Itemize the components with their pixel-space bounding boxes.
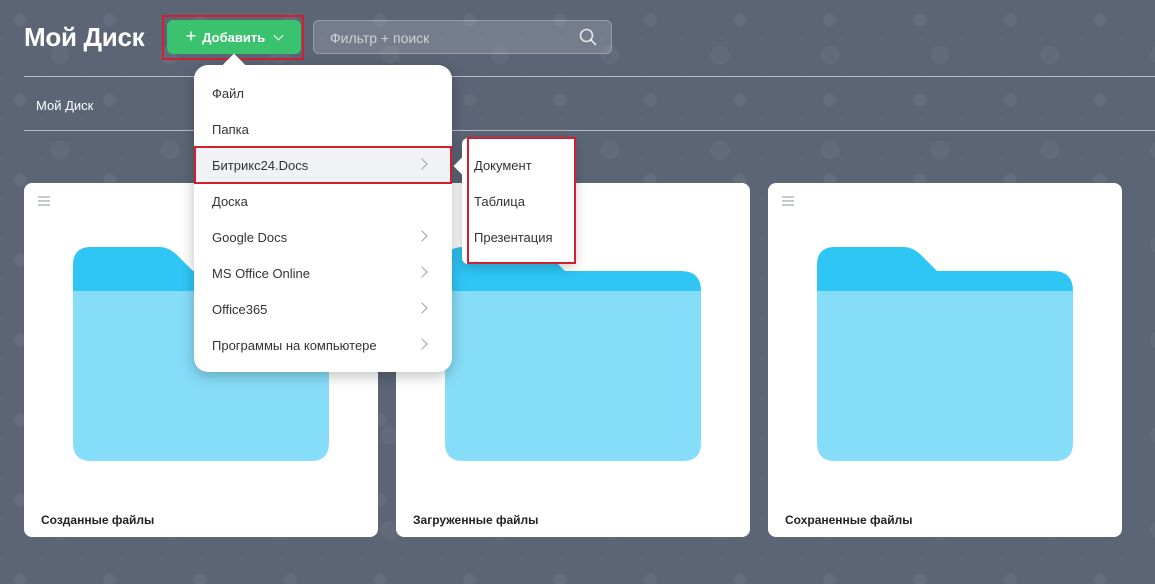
plus-icon: +: [185, 26, 197, 46]
menu-item-bitrix24-docs[interactable]: Битрикс24.Docs: [194, 147, 452, 183]
menu-item-desktop-apps[interactable]: Программы на компьютере: [194, 327, 452, 363]
menu-item-label: Битрикс24.Docs: [212, 157, 309, 173]
chevron-right-icon: [416, 302, 428, 314]
menu-icon[interactable]: [782, 196, 794, 206]
chevron-right-icon: [416, 338, 428, 350]
menu-item-label: Office365: [212, 301, 268, 317]
menu-item-label: Google Docs: [212, 229, 288, 245]
submenu-item-presentation[interactable]: Презентация: [474, 225, 553, 249]
card-label: Сохраненные файлы: [785, 513, 913, 527]
menu-icon[interactable]: [38, 196, 50, 206]
page-title: Мой Диск: [24, 22, 145, 52]
card-label: Созданные файлы: [41, 513, 155, 527]
menu-item-ms-office-online[interactable]: MS Office Online: [194, 255, 452, 291]
folder-card-saved[interactable]: Сохраненные файлы: [768, 183, 1122, 537]
folder-icon: [445, 247, 701, 461]
search-box[interactable]: [313, 20, 612, 55]
add-dropdown-menu: Файл Папка Битрикс24.Docs Доска Google D…: [194, 65, 452, 372]
chevron-right-icon: [416, 266, 428, 278]
chevron-down-icon: [273, 30, 284, 40]
menu-item-label: Программы на компьютере: [212, 337, 377, 353]
add-button[interactable]: + Добавить: [167, 20, 301, 54]
menu-item-folder[interactable]: Папка: [194, 111, 452, 147]
search-icon[interactable]: [579, 28, 597, 46]
bitrix24-docs-submenu: Документ Таблица Презентация: [462, 138, 576, 264]
chevron-right-icon: [416, 158, 428, 170]
chevron-right-icon: [416, 230, 428, 242]
add-button-label: Добавить: [202, 29, 266, 45]
menu-item-label: Папка: [212, 121, 249, 137]
menu-item-board[interactable]: Доска: [194, 183, 452, 219]
menu-item-label: Доска: [212, 193, 248, 209]
menu-item-office365[interactable]: Office365: [194, 291, 452, 327]
menu-item-label: MS Office Online: [212, 265, 311, 281]
menu-item-file[interactable]: Файл: [194, 75, 452, 111]
folder-icon: [817, 247, 1073, 461]
breadcrumb[interactable]: Мой Диск: [36, 98, 93, 113]
search-input[interactable]: [314, 21, 582, 55]
card-label: Загруженные файлы: [413, 513, 539, 527]
submenu-item-spreadsheet[interactable]: Таблица: [474, 189, 525, 213]
submenu-item-document[interactable]: Документ: [474, 153, 532, 177]
menu-item-google-docs[interactable]: Google Docs: [194, 219, 452, 255]
menu-item-label: Файл: [212, 85, 244, 101]
